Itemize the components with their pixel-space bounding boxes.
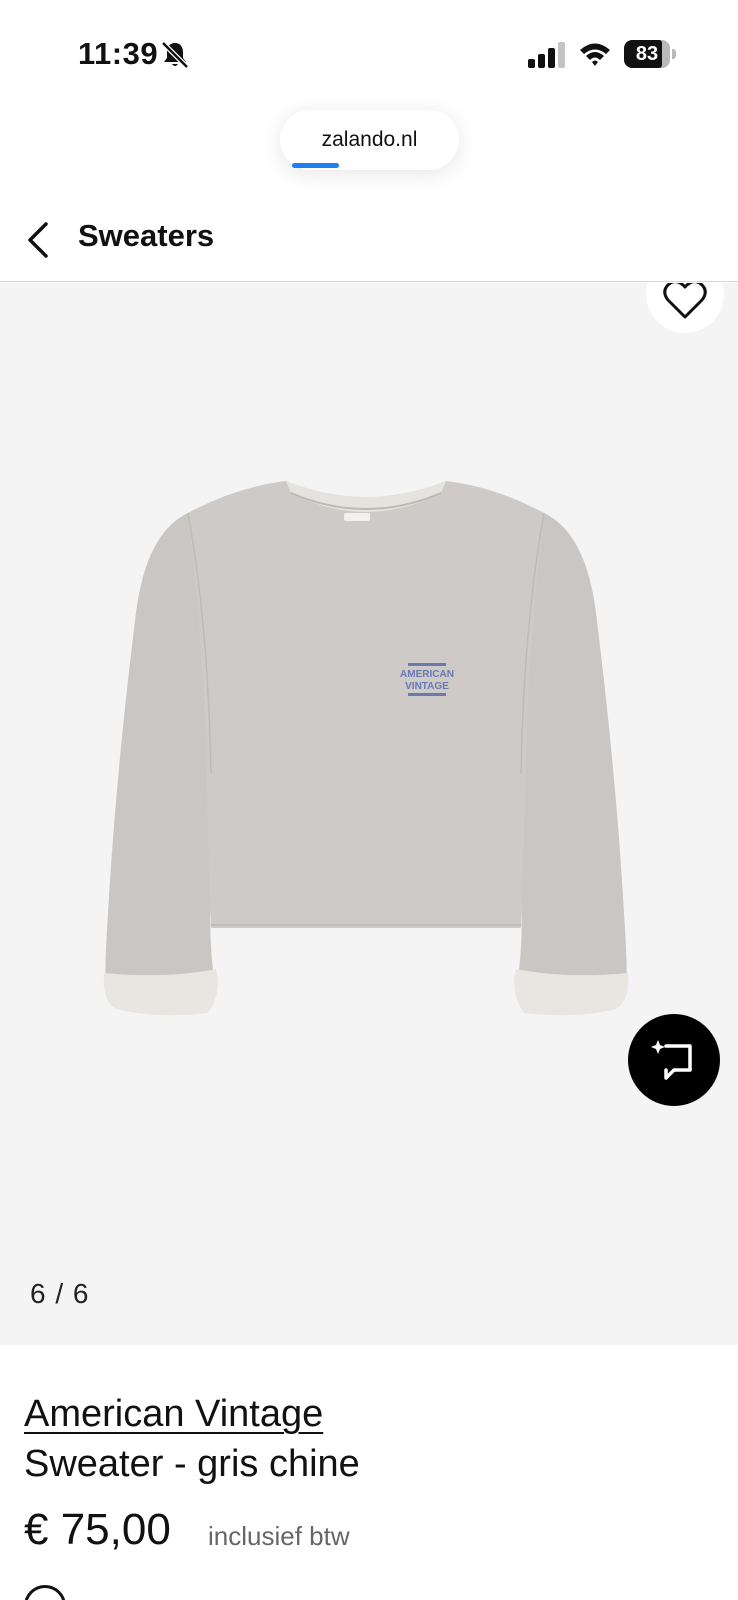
address-bar[interactable]: zalando.nl — [280, 110, 459, 170]
status-bar: 11:39 83 — [0, 0, 738, 100]
image-counter: 6 / 6 — [30, 1278, 90, 1309]
info-icon[interactable] — [24, 1585, 66, 1600]
product-price: € 75,00 — [24, 1505, 171, 1554]
bell-slash-icon — [161, 41, 189, 69]
visual-search-icon — [651, 1040, 692, 1080]
visual-search-button[interactable] — [628, 1014, 720, 1106]
wifi-icon — [580, 43, 610, 66]
heart-icon — [663, 283, 707, 319]
battery-icon: 83 — [624, 40, 676, 68]
svg-text:VINTAGE: VINTAGE — [405, 681, 449, 692]
battery-level: 83 — [635, 43, 659, 65]
product-info: American Vintage Sweater - gris chine € … — [0, 1345, 738, 1600]
status-time: 11:39 — [78, 36, 159, 71]
product-gallery[interactable]: AMERICAN VINTAGE 6 / 6 — [0, 283, 738, 1345]
url-text: zalando.nl — [321, 128, 418, 151]
wishlist-button[interactable] — [646, 283, 724, 333]
page-load-progress — [292, 163, 447, 168]
page-title: Sweaters — [78, 218, 215, 253]
page-load-progress-fill — [292, 163, 339, 168]
back-chevron-icon[interactable] — [24, 220, 54, 260]
nav-header: Sweaters — [0, 196, 738, 282]
signal-icon — [528, 42, 565, 68]
vat-note: inclusief btw — [208, 1521, 350, 1551]
svg-text:AMERICAN: AMERICAN — [400, 669, 454, 680]
brand-link[interactable]: American Vintage — [24, 1393, 323, 1436]
product-image: AMERICAN VINTAGE — [103, 481, 629, 1016]
product-name: Sweater - gris chine — [24, 1443, 360, 1485]
